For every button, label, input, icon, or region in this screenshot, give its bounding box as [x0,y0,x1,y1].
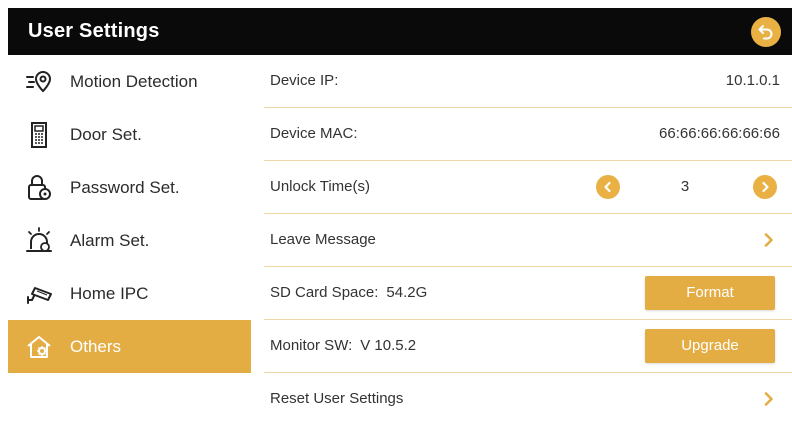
sidebar-item-label: Door Set. [70,125,142,144]
back-arrow-icon [758,25,773,40]
sd-card-label: SD Card Space: 54.2G [270,284,428,301]
sidebar-item-label: Home IPC [70,284,149,303]
chevron-right-icon[interactable] [764,392,774,406]
sidebar-item-label: Password Set. [70,178,180,197]
motion-detection-icon [26,70,52,93]
sd-card-row: SD Card Space: 54.2G Format [264,267,792,320]
home-settings-icon [27,336,51,358]
sidebar-item-password-set[interactable]: Password Set. [8,161,251,214]
sidebar-item-label: Alarm Set. [70,231,150,250]
upgrade-button[interactable]: Upgrade [645,329,775,363]
sidebar-item-label: Others [70,337,122,356]
device-mac-label: Device MAC: [270,125,358,142]
monitor-sw-label: Monitor SW: V 10.5.2 [270,337,417,354]
device-mac-value: 66:66:66:66:66:66 [659,125,780,142]
sidebar-item-motion-detection[interactable]: Motion Detection [8,55,251,108]
alarm-icon [26,227,52,252]
reset-user-settings-row[interactable]: Reset User Settings [264,373,792,425]
back-button[interactable] [751,17,781,47]
unlock-time-increase-button[interactable] [753,175,777,199]
unlock-time-row: Unlock Time(s) 3 [264,161,792,214]
sidebar-item-home-ipc[interactable]: Home IPC [8,267,251,320]
sidebar-item-door-set[interactable]: Door Set. [8,108,251,161]
password-lock-icon [28,175,51,200]
device-mac-row: Device MAC: 66:66:66:66:66:66 [264,108,792,161]
header-bar: User Settings [8,8,792,55]
settings-panel: Device IP: 10.1.0.1 Device MAC: 66:66:66… [264,55,792,425]
device-ip-label: Device IP: [270,72,339,89]
sidebar-item-others[interactable]: Others [8,320,251,373]
format-button[interactable]: Format [645,276,775,310]
door-panel-icon [31,122,47,148]
sd-card-value: 54.2G [386,284,428,301]
sidebar-item-alarm-set[interactable]: Alarm Set. [8,214,251,267]
chevron-left-icon [604,181,611,193]
ip-camera-icon [27,287,52,304]
chevron-right-icon[interactable] [764,233,774,247]
chevron-right-icon [762,181,769,193]
sidebar: Motion Detection Door Set. Password Set.… [8,55,251,373]
monitor-sw-row: Monitor SW: V 10.5.2 Upgrade [264,320,792,373]
unlock-time-label: Unlock Time(s) [270,178,371,195]
leave-message-row[interactable]: Leave Message [264,214,792,267]
device-ip-value: 10.1.0.1 [725,72,780,89]
sidebar-item-label: Motion Detection [70,72,198,91]
monitor-sw-version: V 10.5.2 [360,337,417,354]
page-title: User Settings [28,20,160,42]
unlock-time-value: 3 [680,178,690,195]
unlock-time-decrease-button[interactable] [596,175,620,199]
leave-message-label: Leave Message [270,231,376,248]
reset-user-settings-label: Reset User Settings [270,390,404,407]
device-ip-row: Device IP: 10.1.0.1 [264,55,792,108]
